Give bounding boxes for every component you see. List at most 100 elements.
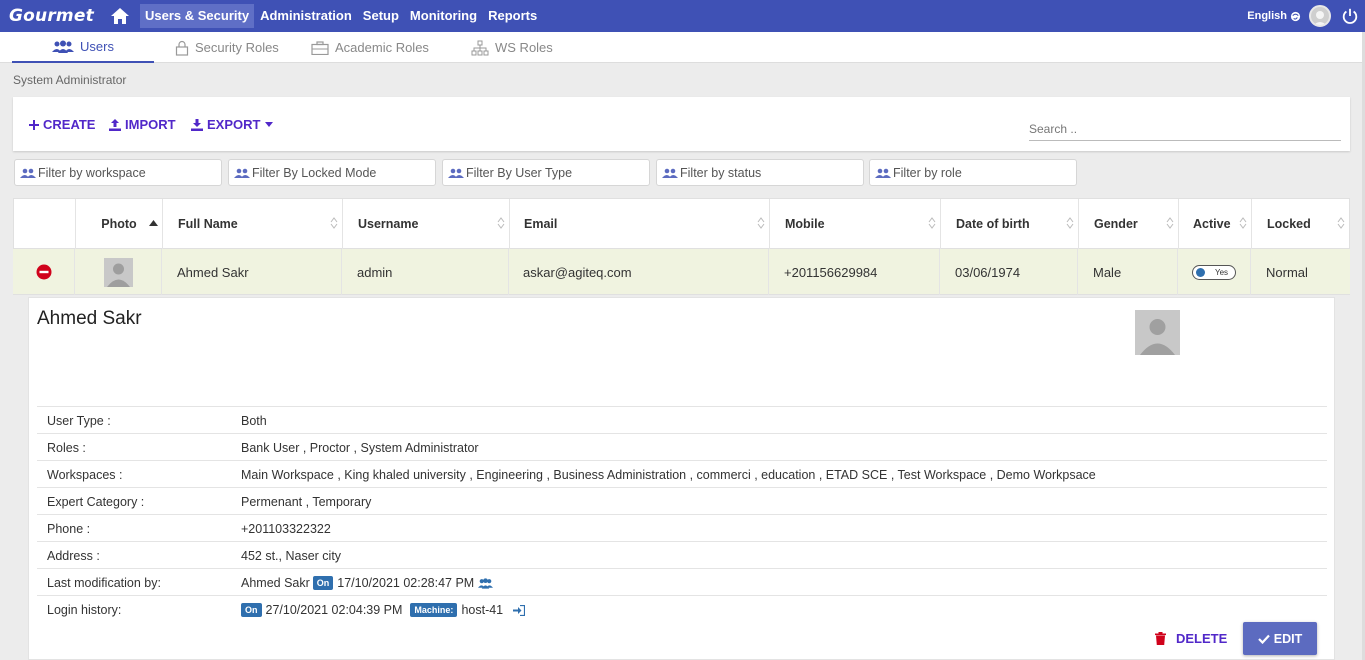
export-button[interactable]: EXPORT <box>191 117 277 132</box>
filter-locked-mode-label: Filter By Locked Mode <box>252 165 377 180</box>
cell-dob: 03/06/1974 <box>939 249 1077 295</box>
collapse-row-button[interactable] <box>13 249 74 295</box>
edit-label: EDIT <box>1273 631 1303 646</box>
import-button[interactable]: IMPORT <box>109 117 176 132</box>
cell-mobile: +201156629984 <box>768 249 939 295</box>
sort-icon <box>928 217 936 229</box>
toggle-knob <box>1196 267 1205 277</box>
language-selector[interactable]: English <box>1247 10 1301 22</box>
cell-full-name: Ahmed Sakr <box>161 249 341 295</box>
col-dob[interactable]: Date of birth <box>940 199 1078 249</box>
detail-label: Last modification by: <box>47 576 161 590</box>
sort-icon <box>757 217 765 229</box>
top-navbar: Gourmet Users & Security Administration … <box>0 0 1365 32</box>
detail-label: Expert Category : <box>47 495 145 509</box>
nav-administration[interactable]: Administration <box>255 4 357 28</box>
nav-reports[interactable]: Reports <box>483 4 542 28</box>
minus-circle-icon <box>36 264 51 280</box>
filter-user-type-label: Filter By User Type <box>466 165 573 180</box>
import-label: IMPORT <box>125 117 176 132</box>
login-machine: host-41 <box>461 603 504 617</box>
filter-workspace[interactable]: Filter by workspace <box>14 159 222 186</box>
nav-users-security[interactable]: Users & Security <box>140 4 255 28</box>
detail-value: On 27/10/2021 02:04:39 PM Machine: host-… <box>241 603 526 617</box>
toolbar-card: CREATE IMPORT EXPORT Search .. <box>13 97 1350 151</box>
detail-value: Both <box>241 414 267 428</box>
power-icon[interactable] <box>1341 7 1359 25</box>
filter-locked-mode[interactable]: Filter By Locked Mode <box>228 159 436 186</box>
col-email-label: Email <box>524 217 558 231</box>
users-table: Photo Full Name Username Email Mobile Da… <box>13 198 1350 295</box>
subtabs-bar: Users Security Roles Academic Roles WS R… <box>0 32 1365 63</box>
col-full-name[interactable]: Full Name <box>162 199 342 249</box>
cell-active: Yes <box>1177 249 1250 295</box>
tab-academic-roles[interactable]: Academic Roles <box>311 32 429 63</box>
sort-icon <box>1239 217 1247 229</box>
row-photo <box>74 249 161 295</box>
on-badge: On <box>241 603 262 617</box>
cell-locked: Normal <box>1250 249 1350 295</box>
detail-row-user-type: User Type : Both <box>37 406 1327 433</box>
detail-row-login-history: Login history: On 27/10/2021 02:04:39 PM… <box>37 595 1327 622</box>
col-gender[interactable]: Gender <box>1078 199 1178 249</box>
table-header: Photo Full Name Username Email Mobile Da… <box>13 198 1350 249</box>
trash-icon <box>1155 632 1166 645</box>
upload-icon <box>109 118 121 131</box>
col-username-label: Username <box>358 217 419 231</box>
detail-value: Bank User , Proctor , System Administrat… <box>241 441 479 455</box>
col-active[interactable]: Active <box>1178 199 1251 249</box>
tab-ws-roles[interactable]: WS Roles <box>471 32 553 63</box>
detail-label: Phone : <box>47 522 91 536</box>
col-full-name-label: Full Name <box>178 217 238 231</box>
user-avatar[interactable] <box>1309 5 1331 27</box>
col-locked[interactable]: Locked <box>1251 199 1349 249</box>
delete-button[interactable]: DELETE <box>1155 631 1227 646</box>
detail-value: Main Workspace , King khaled university … <box>241 468 1096 482</box>
detail-row-expert-category: Expert Category : Permenant , Temporary <box>37 487 1327 514</box>
last-mod-time: 17/10/2021 02:28:47 PM <box>337 576 475 590</box>
table-row[interactable]: Ahmed Sakr admin askar@agiteq.com +20115… <box>13 249 1350 295</box>
on-badge: On <box>312 576 334 590</box>
col-photo[interactable]: Photo <box>75 199 162 249</box>
sort-icon <box>497 217 505 229</box>
col-username[interactable]: Username <box>342 199 509 249</box>
detail-label: Login history: <box>47 603 122 617</box>
filter-status[interactable]: Filter by status <box>656 159 864 186</box>
sitemap-icon <box>471 40 489 55</box>
edit-button[interactable]: EDIT <box>1243 622 1317 655</box>
detail-value: Ahmed Sakr On 17/10/2021 02:28:47 PM <box>241 576 494 590</box>
users-icon <box>20 168 36 178</box>
col-email[interactable]: Email <box>509 199 769 249</box>
active-toggle-label: Yes <box>1215 267 1229 277</box>
tab-security-roles[interactable]: Security Roles <box>175 32 279 63</box>
language-label: English <box>1247 10 1287 22</box>
tab-users-label: Users <box>80 39 114 54</box>
app-logo[interactable]: Gourmet <box>0 6 110 26</box>
nav-monitoring[interactable]: Monitoring <box>405 4 482 28</box>
search-input[interactable]: Search .. <box>1029 119 1341 141</box>
col-mobile[interactable]: Mobile <box>769 199 940 249</box>
delete-label: DELETE <box>1176 631 1228 646</box>
login-time: 27/10/2021 02:04:39 PM <box>265 603 403 617</box>
sign-in-icon[interactable] <box>513 604 526 616</box>
create-button[interactable]: CREATE <box>29 117 95 132</box>
col-active-label: Active <box>1193 217 1231 231</box>
filter-status-label: Filter by status <box>680 165 762 180</box>
tab-users[interactable]: Users <box>12 32 154 63</box>
users-icon[interactable] <box>478 577 494 589</box>
nav-setup[interactable]: Setup <box>358 4 404 28</box>
home-icon[interactable] <box>110 6 132 26</box>
sort-icon <box>1166 217 1174 229</box>
download-icon <box>191 118 203 131</box>
sort-icon <box>1066 217 1074 229</box>
filter-role-label: Filter by role <box>893 165 962 180</box>
last-mod-user: Ahmed Sakr <box>241 576 310 590</box>
detail-value: Permenant , Temporary <box>241 495 372 509</box>
filter-role[interactable]: Filter by role <box>869 159 1077 186</box>
filter-user-type[interactable]: Filter By User Type <box>442 159 650 186</box>
tab-ws-roles-label: WS Roles <box>495 40 553 55</box>
lock-icon <box>175 40 189 56</box>
machine-badge: Machine: <box>410 603 458 617</box>
detail-label: Address : <box>47 549 100 563</box>
active-toggle[interactable]: Yes <box>1192 264 1236 280</box>
